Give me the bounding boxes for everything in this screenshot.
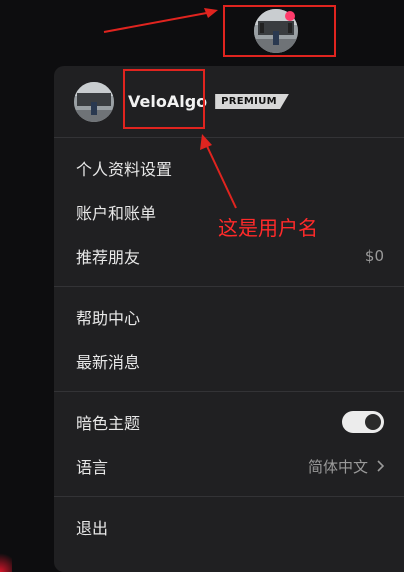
annotation-arrow-icon [200, 134, 237, 209]
edge-glow [0, 548, 12, 572]
annotation-arrow-icon [103, 8, 218, 33]
menu-item-whats-new[interactable]: 最新消息 [54, 339, 404, 383]
menu-item-label: 帮助中心 [76, 309, 141, 328]
menu-section-preferences: 暗色主题 语言 简体中文 [54, 392, 404, 497]
menu-section-help: 帮助中心 最新消息 [54, 287, 404, 392]
menu-item-help-center[interactable]: 帮助中心 [54, 295, 404, 339]
menu-item-language[interactable]: 语言 简体中文 [54, 444, 404, 488]
menu-item-label: 暗色主题 [76, 414, 141, 433]
annotation-box-username [123, 69, 205, 129]
premium-badge: PREMIUM [215, 94, 289, 109]
menu-item-label: 账户和账单 [76, 204, 157, 223]
referral-balance: $0 [364, 247, 384, 265]
menu-item-label: 个人资料设置 [76, 160, 173, 179]
chevron-right-icon [377, 460, 384, 472]
menu-header: VeloAlgo PREMIUM [54, 66, 404, 138]
menu-item-label: 推荐朋友 [76, 248, 141, 267]
menu-section-logout: 退出 [54, 497, 404, 557]
language-current: 简体中文 [307, 457, 368, 476]
toggle-knob [365, 414, 381, 430]
menu-item-dark-theme[interactable]: 暗色主题 [54, 400, 404, 444]
menu-item-label: 最新消息 [76, 353, 141, 372]
dark-theme-toggle[interactable] [342, 411, 384, 433]
language-value: 简体中文 [308, 456, 384, 477]
menu-item-label: 语言 [76, 458, 109, 477]
annotation-box-avatar [223, 5, 336, 57]
annotation-text: 这是用户名 [218, 216, 318, 240]
menu-item-label: 退出 [76, 519, 109, 538]
menu-item-logout[interactable]: 退出 [54, 505, 404, 549]
header-avatar [74, 81, 114, 122]
